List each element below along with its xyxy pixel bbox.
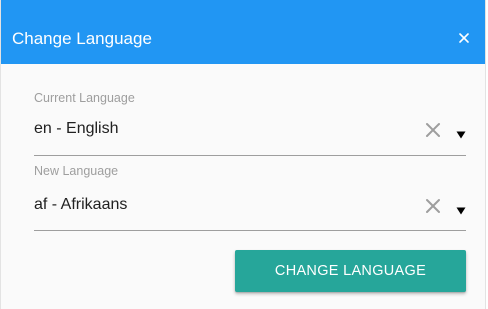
clear-icon[interactable] xyxy=(424,121,442,139)
change-language-button[interactable]: CHANGE LANGUAGE xyxy=(235,250,466,292)
new-language-field[interactable]: New Language af - Afrikaans xyxy=(34,164,466,234)
new-language-underline xyxy=(34,230,466,231)
close-icon[interactable] xyxy=(453,27,475,49)
new-language-label: New Language xyxy=(34,164,119,178)
clear-icon[interactable] xyxy=(424,197,442,215)
dialog-body: Current Language en - English New Langua… xyxy=(1,64,485,309)
current-language-field[interactable]: Current Language en - English xyxy=(34,64,466,164)
current-language-label: Current Language xyxy=(34,91,135,105)
new-language-value[interactable]: af - Afrikaans xyxy=(34,196,127,214)
current-language-value[interactable]: en - English xyxy=(34,120,119,138)
dialog-title: Change Language xyxy=(12,29,152,48)
change-language-dialog: Change Language Current Language en - En… xyxy=(0,0,486,309)
dropdown-arrow-icon[interactable] xyxy=(455,127,467,139)
current-language-underline xyxy=(34,155,466,156)
dropdown-arrow-icon[interactable] xyxy=(455,203,467,215)
dialog-header: Change Language xyxy=(1,0,485,64)
